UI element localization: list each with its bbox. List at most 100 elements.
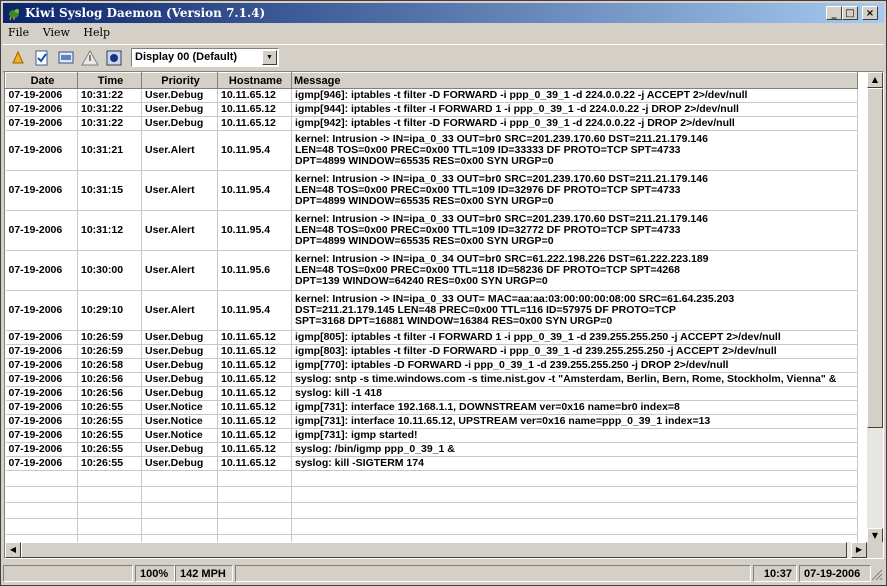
menu-view[interactable]: View [38, 24, 75, 39]
empty-cell [77, 502, 142, 519]
scroll-corner [867, 542, 883, 558]
column-header-hostname[interactable]: Hostname [217, 72, 292, 89]
table-row[interactable]: 07-19-2006 10:26:55 User.Notice 10.11.65.12… [5, 400, 858, 415]
cell-time: 10:31:22 [77, 116, 142, 131]
table-row[interactable]: 07-19-2006 10:26:56 User.Debug 10.11.65.12 s… [5, 372, 858, 387]
cell-message: kernel: Intrusion -> IN=ipa_0_34 OUT=br0… [291, 250, 858, 291]
cell-message: kernel: Intrusion -> IN=ipa_0_33 OUT=br0… [291, 210, 858, 251]
empty-cell [5, 518, 78, 535]
table-row[interactable]: 07-19-2006 10:31:21 User.Alert 10.11.95.4 ke… [5, 130, 858, 171]
cell-hostname: 10.11.65.12 [217, 330, 292, 345]
empty-cell [217, 518, 292, 535]
cell-priority: User.Notice [141, 414, 218, 429]
cell-message: syslog: /bin/igmp ppp_0_39_1 & [291, 442, 858, 457]
empty-cell [141, 518, 218, 535]
cell-message: syslog: kill -1 418 [291, 386, 858, 401]
cell-priority: User.Alert [141, 250, 218, 291]
title-bar[interactable]: Kiwi Syslog Daemon (Version 7.1.4) _ □ × [3, 3, 884, 23]
cell-message: igmp[731]: igmp started! [291, 428, 858, 443]
scroll-left-icon[interactable]: ◀ [5, 542, 21, 558]
empty-cell [141, 502, 218, 519]
cell-hostname: 10.11.95.4 [217, 130, 292, 171]
cell-date: 07-19-2006 [5, 400, 78, 415]
table-row[interactable]: 07-19-2006 10:31:15 User.Alert 10.11.95.4 ke… [5, 170, 858, 211]
scroll-right-icon[interactable]: ▶ [851, 542, 867, 558]
cell-time: 10:26:56 [77, 386, 142, 401]
table-row[interactable]: 07-19-2006 10:26:55 User.Debug 10.11.65.12 s… [5, 456, 858, 471]
empty-row [5, 470, 858, 487]
vertical-scroll-thumb[interactable] [867, 88, 883, 428]
status-panel-empty [3, 565, 133, 582]
display-select[interactable]: Display 00 (Default) ▼ [131, 48, 279, 67]
cell-message: igmp[770]: iptables -D FORWARD -i ppp_0_… [291, 358, 858, 373]
alert-icon[interactable] [81, 49, 99, 67]
empty-cell [217, 486, 292, 503]
table-row[interactable]: 07-19-2006 10:26:55 User.Notice 10.11.65.12… [5, 414, 858, 429]
empty-cell [291, 518, 858, 535]
cell-time: 10:26:59 [77, 330, 142, 345]
kiwi-app-icon [9, 9, 19, 20]
cell-message: igmp[731]: interface 192.168.1.1, DOWNST… [291, 400, 858, 415]
table-row[interactable]: 07-19-2006 10:26:55 User.Notice 10.11.65.12… [5, 428, 858, 443]
table-row[interactable]: 07-19-2006 10:31:22 User.Debug 10.11.65.12 i… [5, 102, 858, 117]
cell-date: 07-19-2006 [5, 344, 78, 359]
cell-message: igmp[944]: iptables -t filter -I FORWARD… [291, 102, 858, 117]
scroll-up-icon[interactable]: ▲ [867, 72, 883, 88]
resize-grip-icon[interactable] [871, 569, 883, 581]
table-row[interactable]: 07-19-2006 10:26:56 User.Debug 10.11.65.12 s… [5, 386, 858, 401]
open-icon[interactable] [9, 49, 27, 67]
table-row[interactable]: 07-19-2006 10:26:55 User.Debug 10.11.65.12 s… [5, 442, 858, 457]
cell-priority: User.Alert [141, 130, 218, 171]
status-percent: 100% [135, 565, 175, 582]
close-button[interactable]: × [862, 6, 878, 20]
column-header-priority[interactable]: Priority [141, 72, 218, 89]
table-row[interactable]: 07-19-2006 10:30:00 User.Alert 10.11.95.6 ke… [5, 250, 858, 291]
cell-message: kernel: Intrusion -> IN=ipa_0_33 OUT=br0… [291, 130, 858, 171]
cell-date: 07-19-2006 [5, 210, 78, 251]
table-row[interactable]: 07-19-2006 10:26:58 User.Debug 10.11.65.12 i… [5, 358, 858, 373]
chevron-down-icon[interactable]: ▼ [262, 50, 277, 65]
menu-help[interactable]: Help [78, 24, 115, 39]
table-row[interactable]: 07-19-2006 10:31:22 User.Debug 10.11.65.12 i… [5, 88, 858, 103]
cell-priority: User.Alert [141, 290, 218, 331]
cell-priority: User.Debug [141, 386, 218, 401]
maximize-button[interactable]: □ [842, 6, 858, 20]
status-time: 10:37 [753, 565, 797, 582]
checklist-icon[interactable] [33, 49, 51, 67]
table-row[interactable]: 07-19-2006 10:31:12 User.Alert 10.11.95.4 ke… [5, 210, 858, 251]
empty-cell [217, 470, 292, 487]
column-header-time[interactable]: Time [77, 72, 142, 89]
cell-date: 07-19-2006 [5, 456, 78, 471]
cell-date: 07-19-2006 [5, 372, 78, 387]
log-grid[interactable]: Date Time Priority Hostname Message 07-1… [4, 71, 884, 559]
column-header-date[interactable]: Date [5, 72, 78, 89]
empty-cell [291, 486, 858, 503]
cell-date: 07-19-2006 [5, 130, 78, 171]
table-row[interactable]: 07-19-2006 10:26:59 User.Debug 10.11.65.12 i… [5, 330, 858, 345]
toolbar: Display 00 (Default) ▼ [3, 44, 884, 72]
table-row[interactable]: 07-19-2006 10:29:10 User.Alert 10.11.95.4 ke… [5, 290, 858, 331]
cell-message: igmp[805]: iptables -t filter -I FORWARD… [291, 330, 858, 345]
cell-message: igmp[942]: iptables -t filter -D FORWARD… [291, 116, 858, 131]
column-header-message[interactable]: Message [291, 72, 858, 89]
cell-date: 07-19-2006 [5, 442, 78, 457]
horizontal-scroll-thumb[interactable] [21, 542, 847, 558]
picture-icon[interactable] [105, 49, 123, 67]
display-select-value: Display 00 (Default) [135, 51, 238, 63]
empty-cell [77, 470, 142, 487]
cell-time: 10:31:22 [77, 102, 142, 117]
cell-time: 10:31:22 [77, 88, 142, 103]
cell-message: kernel: Intrusion -> IN=ipa_0_33 OUT=br0… [291, 170, 858, 211]
cell-hostname: 10.11.65.12 [217, 414, 292, 429]
display-icon[interactable] [57, 49, 75, 67]
horizontal-scrollbar[interactable]: ◀ ▶ [5, 542, 867, 558]
table-row[interactable]: 07-19-2006 10:31:22 User.Debug 10.11.65.12 i… [5, 116, 858, 131]
cell-message: syslog: kill -SIGTERM 174 [291, 456, 858, 471]
cell-hostname: 10.11.95.4 [217, 170, 292, 211]
cell-priority: User.Debug [141, 102, 218, 117]
table-row[interactable]: 07-19-2006 10:26:59 User.Debug 10.11.65.12 i… [5, 344, 858, 359]
minimize-button[interactable]: _ [826, 6, 842, 20]
vertical-scrollbar[interactable]: ▲ ▼ [867, 72, 883, 544]
cell-message: syslog: sntp -s time.windows.com -s time… [291, 372, 858, 387]
menu-file[interactable]: File [3, 24, 34, 39]
